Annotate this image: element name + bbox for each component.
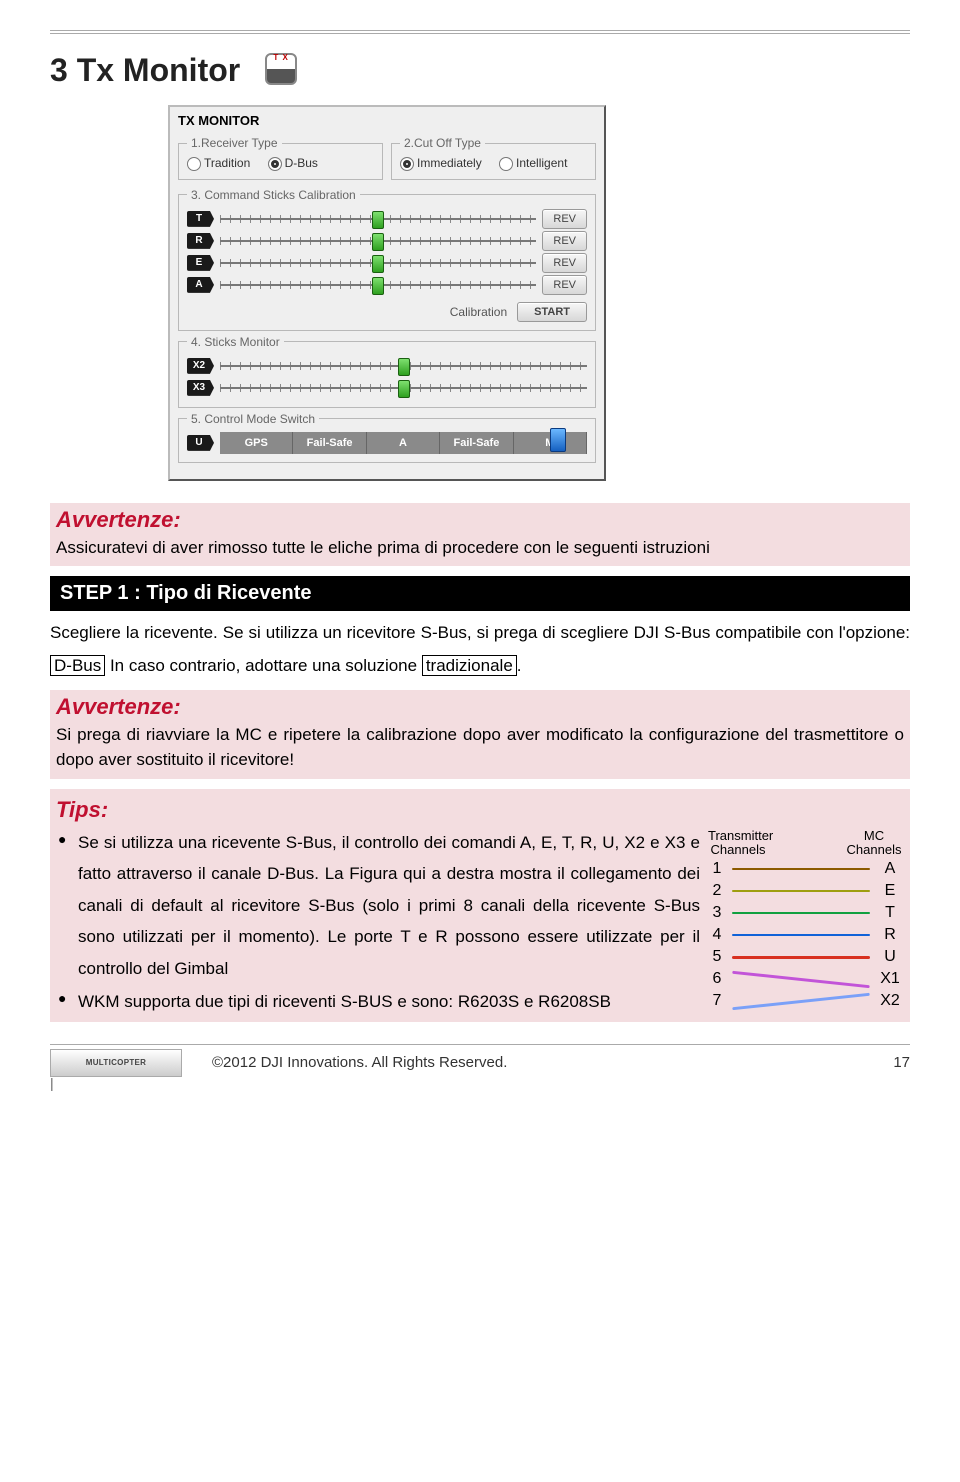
slider-track[interactable]	[220, 359, 587, 373]
cutoff-intelligent-radio[interactable]: Intelligent	[499, 156, 567, 170]
panel-title: TX MONITOR	[178, 113, 596, 128]
boxed-dbus: D-Bus	[50, 655, 105, 676]
chip-x2: X2	[187, 358, 214, 374]
list-item: Se si utilizza una ricevente S-Bus, il c…	[56, 827, 700, 984]
chip-a: A	[187, 277, 214, 293]
slider-t: T REV	[187, 208, 587, 230]
tips-list: Se si utilizza una ricevente S-Bus, il c…	[56, 827, 700, 1018]
page-title: 3 Tx Monitor	[50, 52, 910, 89]
command-sticks-group: 3. Command Sticks Calibration T REV R RE…	[178, 188, 596, 331]
mode-switch-row: U GPS Fail-Safe A Fail-Safe M	[187, 432, 587, 454]
slider-e: E REV	[187, 252, 587, 274]
rev-button-a[interactable]: REV	[542, 275, 587, 295]
rev-button-e[interactable]: REV	[542, 253, 587, 273]
start-button[interactable]: START	[517, 302, 587, 322]
slider-track[interactable]	[220, 278, 536, 292]
diagram-head-left: TransmitterChannels	[708, 829, 768, 858]
sticks-monitor-group: 4. Sticks Monitor X2 X3	[178, 335, 596, 408]
cutoff-type-legend: 2.Cut Off Type	[400, 136, 485, 150]
rev-button-r[interactable]: REV	[542, 231, 587, 251]
warning-title: Avvertenze:	[56, 507, 904, 533]
mode-failsafe2: Fail-Safe	[440, 432, 513, 454]
cutoff-type-group: 2.Cut Off Type Immediately Intelligent	[391, 136, 596, 180]
sticks-monitor-legend: 4. Sticks Monitor	[187, 335, 284, 349]
command-sticks-legend: 3. Command Sticks Calibration	[187, 188, 360, 202]
boxed-tradizionale: tradizionale	[422, 655, 517, 676]
page-footer: MULTICOPTER ©2012 DJI Innovations. All R…	[50, 1044, 910, 1077]
slider-track[interactable]	[220, 212, 536, 226]
receiver-tradition-radio[interactable]: Tradition	[187, 156, 250, 170]
copyright: ©2012 DJI Innovations. All Rights Reserv…	[212, 1054, 507, 1071]
rev-button-t[interactable]: REV	[542, 209, 587, 229]
step-bar: STEP 1 : Tipo di Ricevente	[50, 576, 910, 611]
page-number: 17	[893, 1054, 910, 1071]
control-mode-group: 5. Control Mode Switch U GPS Fail-Safe A…	[178, 412, 596, 463]
control-mode-legend: 5. Control Mode Switch	[187, 412, 319, 426]
tx-monitor-icon	[265, 53, 297, 85]
slider-track[interactable]	[220, 256, 536, 270]
slider-a: A REV	[187, 274, 587, 296]
warning-body-2: Si prega di riavviare la MC e ripetere l…	[56, 722, 904, 773]
receiver-type-legend: 1.Receiver Type	[187, 136, 282, 150]
cutoff-immediately-radio[interactable]: Immediately	[400, 156, 482, 170]
chip-r: R	[187, 233, 214, 249]
chip-e: E	[187, 255, 214, 271]
tips-title: Tips:	[56, 797, 904, 823]
chip-x3: X3	[187, 380, 214, 396]
top-rule	[50, 30, 910, 34]
footer-pipe: |	[50, 1075, 910, 1091]
mode-failsafe1: Fail-Safe	[293, 432, 366, 454]
mode-gps: GPS	[220, 432, 293, 454]
mode-a: A	[367, 432, 440, 454]
tx-monitor-panel: TX MONITOR 1.Receiver Type Tradition D-B…	[168, 105, 606, 481]
slider-track[interactable]	[220, 234, 536, 248]
diagram-head-right: MCChannels	[844, 829, 904, 858]
slider-r: R REV	[187, 230, 587, 252]
chip-u: U	[187, 435, 214, 451]
warning-box-2: Avvertenze: Si prega di riavviare la MC …	[50, 690, 910, 779]
slider-track[interactable]	[220, 381, 587, 395]
mode-thumb[interactable]	[550, 428, 566, 452]
channel-diagram: TransmitterChannels MCChannels 1234567AE…	[708, 827, 904, 1012]
calibration-label: Calibration	[450, 305, 507, 319]
slider-x2: X2	[187, 355, 587, 377]
warning-body: Assicuratevi di aver rimosso tutte le el…	[56, 535, 904, 561]
tips-box: Tips: Se si utilizza una ricevente S-Bus…	[50, 789, 910, 1022]
warning-box-1: Avvertenze: Assicuratevi di aver rimosso…	[50, 503, 910, 567]
heading-text: 3 Tx Monitor	[50, 52, 240, 88]
logo-icon: MULTICOPTER	[50, 1049, 182, 1077]
paragraph-1: Scegliere la ricevente. Se si utilizza u…	[50, 617, 910, 682]
list-item: WKM supporta due tipi di riceventi S-BUS…	[56, 986, 700, 1017]
warning-title-2: Avvertenze:	[56, 694, 904, 720]
receiver-dbus-radio[interactable]: D-Bus	[268, 156, 318, 170]
receiver-type-group: 1.Receiver Type Tradition D-Bus	[178, 136, 383, 180]
slider-x3: X3	[187, 377, 587, 399]
chip-t: T	[187, 211, 214, 227]
mode-track[interactable]: GPS Fail-Safe A Fail-Safe M	[220, 432, 587, 454]
